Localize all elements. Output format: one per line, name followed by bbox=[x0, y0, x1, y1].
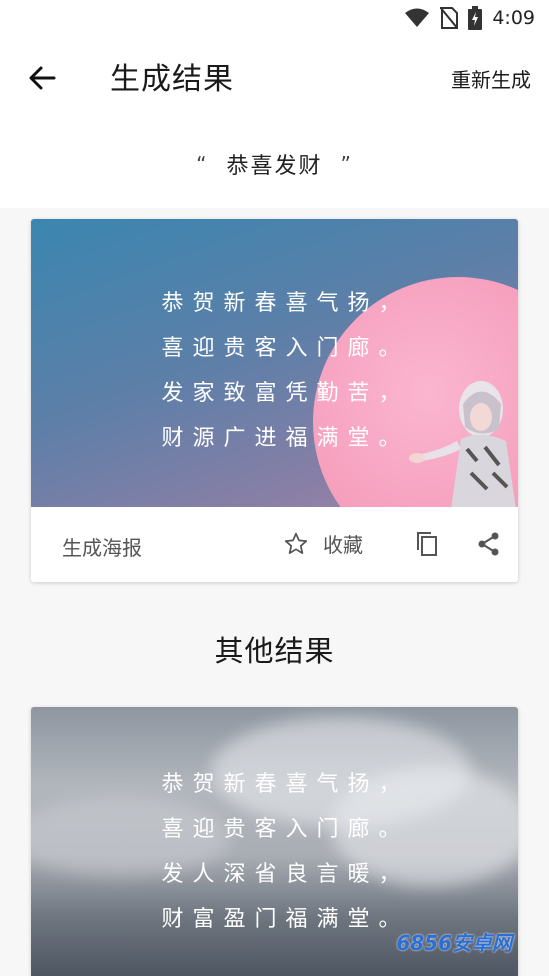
card-actions: 生成海报 收藏 bbox=[31, 507, 518, 582]
regenerate-button[interactable]: 重新生成 bbox=[451, 64, 531, 93]
query-display: “ 恭喜发财 ” bbox=[0, 120, 549, 208]
battery-charging-icon bbox=[468, 6, 483, 30]
poem-line: 喜迎贵客入门廊。 bbox=[161, 817, 410, 842]
copy-icon bbox=[417, 532, 437, 556]
poem-line: 恭贺新春喜气扬， bbox=[161, 291, 410, 316]
result-card: 恭贺新春喜气扬， 喜迎贵客入门廊。 发家致富凭勤苦， 财源广进福满堂。 生成海报… bbox=[31, 219, 518, 582]
copy-button[interactable] bbox=[415, 531, 439, 561]
site-watermark: 6856安卓网 bbox=[396, 931, 512, 955]
other-results-heading: 其他结果 bbox=[214, 634, 335, 668]
status-bar: 4:09 bbox=[0, 0, 549, 36]
favorite-button[interactable]: 收藏 bbox=[283, 529, 363, 558]
poem-line: 财源广进福满堂。 bbox=[161, 426, 410, 451]
close-quote: ” bbox=[340, 152, 353, 176]
back-button[interactable] bbox=[20, 58, 64, 98]
poem-text: 恭贺新春喜气扬， 喜迎贵客入门廊。 发家致富凭勤苦， 财源广进福满堂。 bbox=[31, 281, 518, 461]
wifi-icon bbox=[404, 8, 430, 28]
poem-line: 恭贺新春喜气扬， bbox=[161, 772, 410, 797]
generate-poster-button[interactable]: 生成海报 bbox=[62, 532, 142, 561]
arrow-back-icon bbox=[29, 66, 56, 90]
favorite-label: 收藏 bbox=[323, 533, 363, 557]
page-title: 生成结果 bbox=[110, 62, 234, 97]
no-sim-icon bbox=[440, 7, 459, 29]
share-button[interactable] bbox=[478, 532, 500, 560]
query-text: 恭喜发财 bbox=[226, 154, 323, 179]
app-bar: 生成结果 重新生成 bbox=[0, 36, 549, 120]
open-quote: “ bbox=[196, 152, 209, 176]
poem-line: 喜迎贵客入门廊。 bbox=[161, 336, 410, 361]
poem-line: 财富盈门福满堂。 bbox=[161, 907, 410, 932]
poem-line: 发家致富凭勤苦， bbox=[161, 381, 410, 406]
poem-line: 发人深省良言暖， bbox=[161, 862, 410, 887]
clock-time: 4:09 bbox=[492, 7, 535, 29]
share-icon bbox=[478, 532, 499, 556]
poster-image[interactable]: 恭贺新春喜气扬， 喜迎贵客入门廊。 发家致富凭勤苦， 财源广进福满堂。 bbox=[31, 219, 518, 507]
poem-text: 恭贺新春喜气扬， 喜迎贵客入门廊。 发人深省良言暖， 财富盈门福满堂。 bbox=[31, 762, 518, 942]
other-result-card[interactable]: 恭贺新春喜气扬， 喜迎贵客入门廊。 发人深省良言暖， 财富盈门福满堂。 6856… bbox=[31, 707, 518, 976]
star-outline-icon bbox=[284, 532, 308, 554]
